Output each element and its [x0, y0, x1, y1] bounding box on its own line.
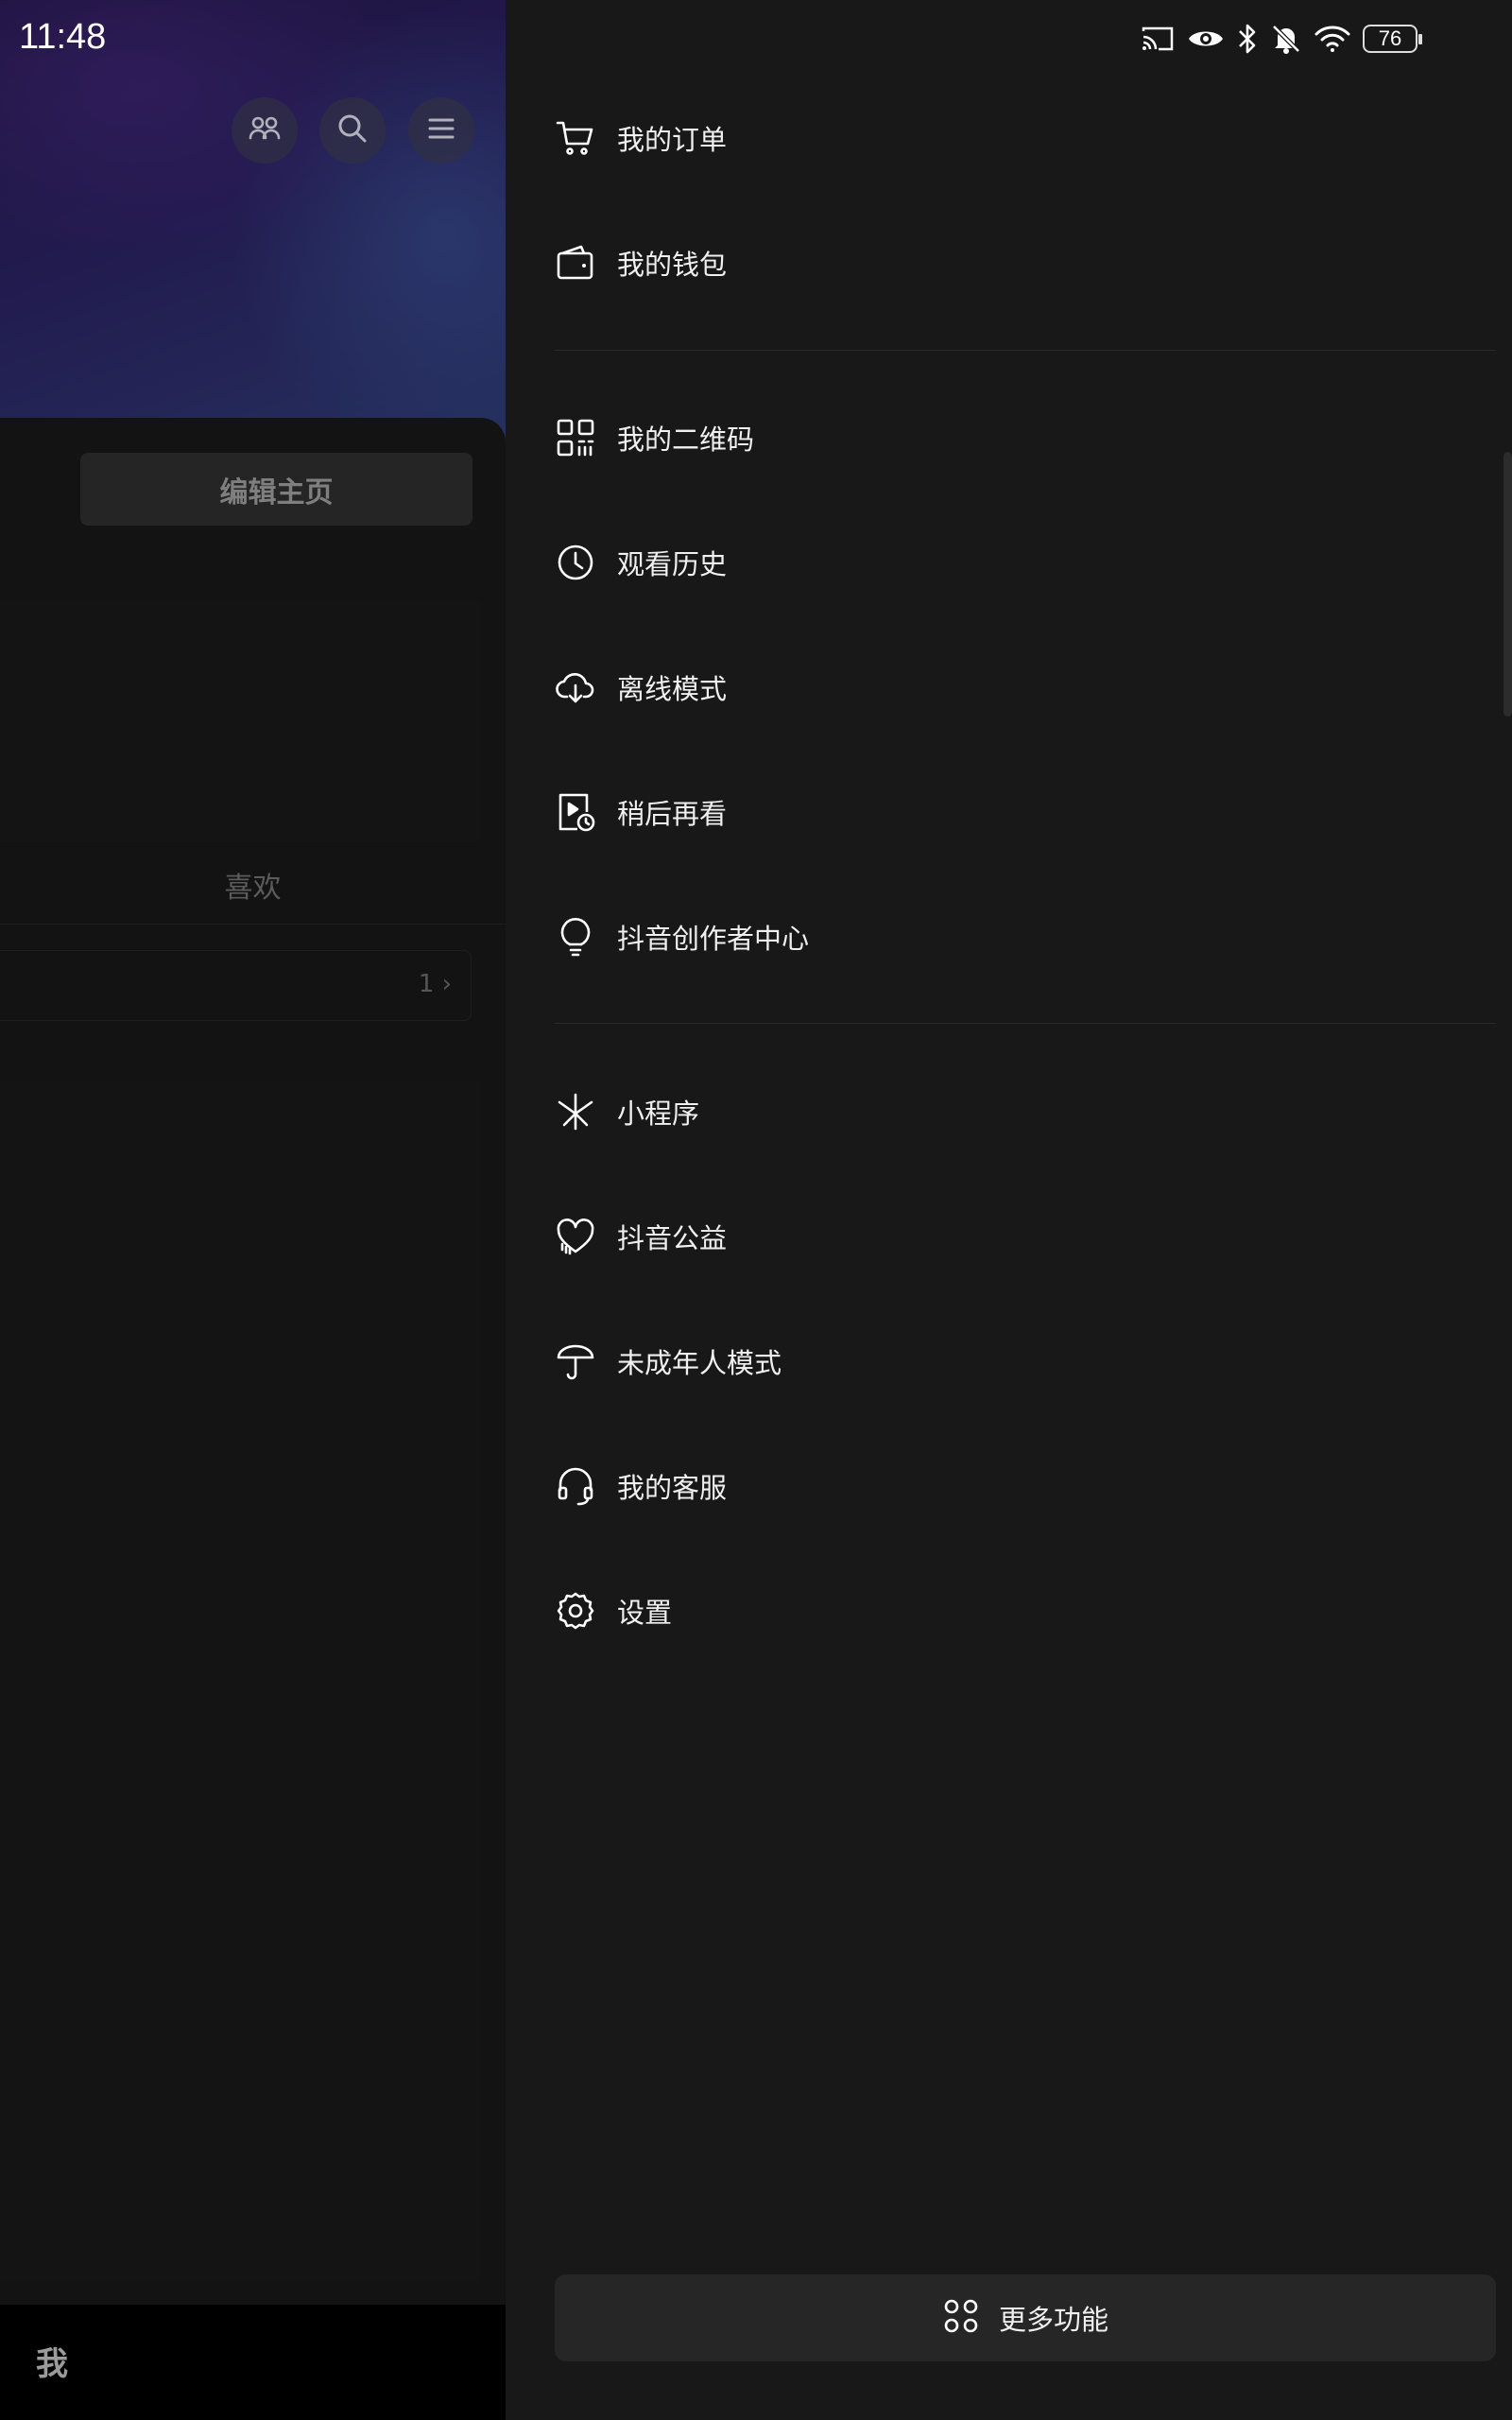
lightbulb-icon — [553, 914, 598, 959]
profile-banner — [0, 0, 506, 444]
mute-icon — [1270, 23, 1302, 55]
status-time: 11:48 — [19, 17, 107, 57]
edit-profile-button[interactable]: 编辑主页 — [80, 453, 472, 526]
gear-icon — [553, 1588, 598, 1634]
menu-label: 观看历史 — [617, 548, 728, 580]
more-features-button[interactable]: 更多功能 — [555, 2274, 1496, 2361]
menu-label: 抖音公益 — [617, 1222, 728, 1254]
cast-icon — [1140, 24, 1176, 54]
menu-label: 设置 — [617, 1597, 673, 1629]
friends-button[interactable] — [232, 97, 298, 164]
menu-item-minor-mode[interactable]: 未成年人模式 — [553, 1314, 1498, 1409]
menu-item-qr-code[interactable]: 我的二维码 — [553, 390, 1498, 485]
wifi-icon — [1314, 24, 1351, 54]
section-divider — [555, 1023, 1496, 1024]
menu-item-charity[interactable]: 抖音公益 — [553, 1189, 1498, 1284]
menu-label: 稍后再看 — [617, 798, 728, 830]
likes-row[interactable]: 1 › — [0, 950, 472, 1021]
menu-label: 离线模式 — [617, 673, 728, 705]
wallet-icon — [553, 240, 598, 285]
qr-code-icon — [553, 415, 598, 460]
menu-item-customer-service[interactable]: 我的客服 — [553, 1439, 1498, 1533]
menu-item-wallet[interactable]: 我的钱包 — [553, 216, 1498, 310]
bluetooth-icon — [1236, 23, 1259, 55]
scroll-indicator[interactable] — [1503, 452, 1512, 717]
tab-divider — [0, 924, 506, 925]
menu-item-offline-mode[interactable]: 离线模式 — [553, 640, 1498, 735]
menu-label: 抖音创作者中心 — [617, 923, 810, 955]
menu-label: 未成年人模式 — [617, 1347, 782, 1379]
status-icons: 76 — [1140, 17, 1422, 60]
section-divider — [555, 350, 1496, 351]
mini-program-icon — [553, 1089, 598, 1134]
headset-icon — [553, 1463, 598, 1509]
friends-icon — [246, 110, 284, 151]
tab-me[interactable]: 我 — [36, 2338, 68, 2384]
clock-icon — [553, 540, 598, 585]
search-icon — [334, 110, 371, 151]
search-button[interactable] — [319, 97, 386, 164]
menu-item-mini-programs[interactable]: 小程序 — [553, 1064, 1498, 1159]
tab-likes[interactable]: 喜欢 — [189, 864, 317, 906]
menu-label: 我的钱包 — [617, 249, 728, 281]
cart-icon — [553, 115, 598, 161]
battery-icon: 76 — [1363, 25, 1422, 53]
menu-label: 我的客服 — [617, 1472, 728, 1504]
menu-label: 我的订单 — [617, 124, 728, 156]
menu-item-orders[interactable]: 我的订单 — [553, 91, 1498, 185]
menu-icon — [422, 110, 460, 151]
menu-item-creator-center[interactable]: 抖音创作者中心 — [553, 890, 1498, 984]
profile-page: 编辑主页 喜欢 1 › 我 — [0, 0, 506, 2420]
charity-heart-icon — [553, 1214, 598, 1259]
umbrella-icon — [553, 1339, 598, 1384]
watch-later-icon — [553, 789, 598, 835]
likes-count: 1 › — [418, 970, 452, 998]
bottom-nav-bar: 我 — [0, 2305, 506, 2420]
grid-icon — [942, 2297, 980, 2339]
menu-item-watch-later[interactable]: 稍后再看 — [553, 765, 1498, 859]
side-drawer: 76 我的订单 我的钱包 我的二维码 观看历史 离线模式 稍后再看 抖音创作者中… — [506, 0, 1512, 2420]
more-features-label: 更多功能 — [998, 2304, 1108, 2336]
menu-button[interactable] — [408, 97, 474, 164]
menu-item-watch-history[interactable]: 观看历史 — [553, 515, 1498, 610]
battery-level: 76 — [1378, 26, 1402, 50]
cloud-download-icon — [553, 665, 598, 710]
menu-item-settings[interactable]: 设置 — [553, 1564, 1498, 1658]
eye-icon — [1187, 24, 1225, 54]
menu-label: 我的二维码 — [617, 424, 755, 456]
profile-card — [0, 418, 506, 2420]
menu-label: 小程序 — [617, 1098, 700, 1130]
